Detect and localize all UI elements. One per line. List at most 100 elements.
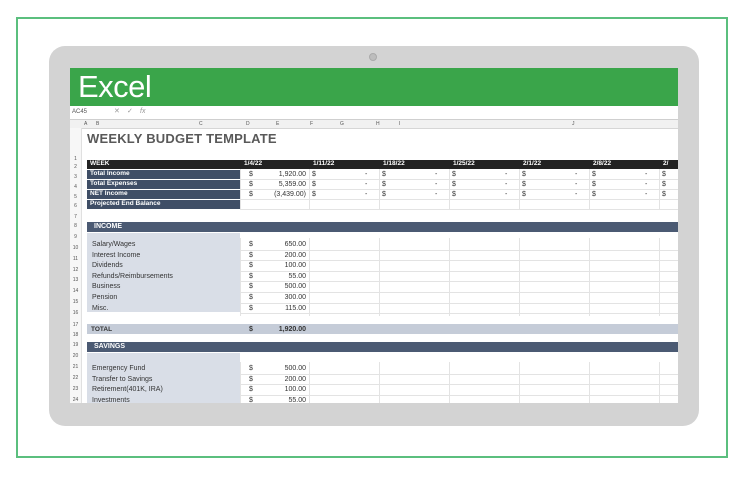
income-item-currency: $	[249, 272, 253, 280]
income-header: INCOME	[87, 222, 678, 232]
savings-item-value[interactable]: 100.00	[261, 385, 306, 394]
column-header-b[interactable]: B	[96, 121, 99, 127]
row-number[interactable]: 10	[70, 245, 81, 251]
row-number[interactable]: 1	[70, 156, 81, 162]
formula-bar: AC45 ✕ ✓ fx	[70, 106, 678, 120]
dash-value: -	[365, 181, 368, 188]
dash-value: -	[645, 171, 648, 178]
savings-item-currency: $	[249, 396, 253, 403]
row-number[interactable]: 20	[70, 353, 81, 359]
row-number[interactable]: 14	[70, 288, 81, 294]
savings-item-label: Transfer to Savings	[92, 375, 153, 383]
income-item-currency: $	[249, 241, 253, 248]
income-column-gridline	[659, 238, 660, 317]
column-gridline	[449, 169, 450, 209]
column-header-d[interactable]: D	[246, 121, 250, 127]
income-item-value[interactable]: 55.00	[261, 272, 306, 281]
income-item-value[interactable]: 650.00	[261, 240, 306, 249]
income-item-currency: $	[249, 304, 253, 312]
row-number[interactable]: 3	[70, 174, 81, 180]
screen: Excel AC45 ✕ ✓ fx ABCDEFGHIJ 1 2 3 4 5 6 7 8 9 10…	[70, 68, 678, 403]
income-row-gridline	[240, 313, 678, 315]
column-header-g[interactable]: G	[340, 121, 344, 127]
row-number[interactable]: 22	[70, 375, 81, 381]
income-column-gridline	[519, 238, 520, 317]
dash-currency: $	[382, 181, 386, 188]
dash-value: -	[365, 171, 368, 178]
row-number[interactable]: 19	[70, 342, 81, 348]
row-number[interactable]: 18	[70, 332, 81, 338]
row-number[interactable]: 6	[70, 203, 81, 209]
savings-item-label: Investments	[92, 396, 130, 403]
row-number[interactable]: 12	[70, 267, 81, 273]
income-total-currency: $	[249, 326, 253, 333]
income-item-label: Dividends	[92, 262, 123, 270]
row-number[interactable]: 5	[70, 194, 81, 200]
savings-item-value[interactable]: 200.00	[261, 375, 306, 384]
savings-column-gridline	[449, 362, 450, 403]
worksheet[interactable]: WEEKLY BUDGET TEMPLATE WEEK 1/4/22 1/11/2…	[81, 128, 678, 403]
summary-currency: $	[249, 171, 253, 178]
column-header-h[interactable]: H	[376, 121, 380, 127]
dash-currency: $	[312, 191, 316, 198]
row-number[interactable]: 21	[70, 364, 81, 370]
week-date: 2/	[663, 160, 669, 167]
savings-item-currency: $	[249, 375, 253, 383]
savings-item-label: Emergency Fund	[92, 365, 146, 372]
row-number[interactable]: 9	[70, 234, 81, 240]
income-item-label: Salary/Wages	[92, 241, 136, 248]
income-item-label: Business	[92, 283, 121, 291]
dash-currency: $	[382, 171, 386, 178]
column-header-i[interactable]: I	[399, 121, 400, 127]
row-number[interactable]: 2	[70, 164, 81, 170]
dash-currency: $	[592, 171, 596, 178]
row-number[interactable]: 17	[70, 322, 81, 328]
row-number[interactable]: 24	[70, 397, 81, 403]
row-number[interactable]: 4	[70, 184, 81, 190]
income-item-value[interactable]: 115.00	[261, 304, 306, 313]
row-number[interactable]: 8	[70, 223, 81, 229]
row-number[interactable]: 15	[70, 299, 81, 305]
column-header-a[interactable]: A	[84, 121, 87, 127]
income-item-value[interactable]: 200.00	[261, 251, 306, 260]
row-number[interactable]: 16	[70, 310, 81, 316]
income-item-value[interactable]: 100.00	[261, 261, 306, 270]
summary-label: Total Income	[90, 170, 130, 177]
name-box[interactable]: AC45	[72, 108, 110, 117]
savings-item-value[interactable]: 55.00	[261, 396, 306, 403]
summary-gridline	[240, 199, 678, 200]
row-number[interactable]: 11	[70, 256, 81, 262]
cancel-icon[interactable]: ✕	[114, 107, 120, 117]
dash-currency: $	[522, 171, 526, 178]
savings-item-value[interactable]: 500.00	[261, 364, 306, 373]
dash-currency: $	[522, 181, 526, 188]
dash-value: -	[575, 191, 578, 198]
row-number[interactable]: 7	[70, 214, 81, 220]
dash-currency: $	[452, 181, 456, 188]
income-item-value[interactable]: 500.00	[261, 282, 306, 291]
row-number[interactable]: 13	[70, 277, 81, 283]
column-header-f[interactable]: F	[310, 121, 313, 127]
column-header-e[interactable]: E	[276, 121, 279, 127]
income-item-label: Interest Income	[92, 251, 141, 259]
income-item-value[interactable]: 300.00	[261, 293, 306, 302]
column-gridline	[589, 169, 590, 209]
dash-currency: $	[522, 191, 526, 198]
savings-item-currency: $	[249, 365, 253, 372]
dash-currency: $	[592, 181, 596, 188]
row-number[interactable]: 23	[70, 386, 81, 392]
dash-value: -	[645, 191, 648, 198]
savings-column-gridline	[309, 362, 310, 403]
income-item-label: Pension	[92, 294, 118, 301]
confirm-icon[interactable]: ✓	[127, 107, 133, 117]
sheet-title: WEEKLY BUDGET TEMPLATE	[87, 131, 277, 146]
summary-value: 1,920.00	[278, 171, 306, 178]
income-item-currency: $	[249, 262, 253, 270]
column-gridline	[379, 169, 380, 209]
savings-column-gridline	[659, 362, 660, 403]
column-header-c[interactable]: C	[199, 121, 203, 127]
monitor: Excel AC45 ✕ ✓ fx ABCDEFGHIJ 1 2 3 4 5 6 7 8 9 10…	[49, 46, 699, 426]
income-column-gridline	[379, 238, 380, 317]
column-header-j[interactable]: J	[572, 121, 575, 127]
function-icon[interactable]: fx	[140, 107, 145, 117]
